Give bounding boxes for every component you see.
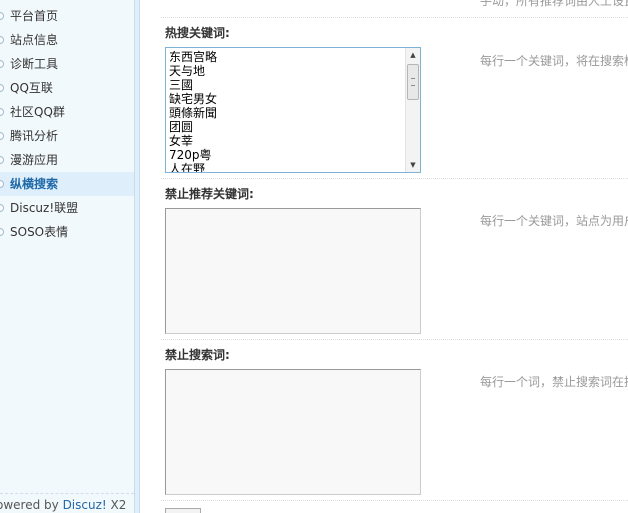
discuz-link[interactable]: Discuz! <box>63 498 107 512</box>
vertical-scrollbar[interactable]: ▲ ▼ <box>405 48 420 172</box>
bullet-icon <box>0 36 4 44</box>
bullet-icon <box>0 60 4 68</box>
powered-by-footer: owered by Discuz! X2 <box>0 493 134 512</box>
blocked-search-label: 禁止搜索词: <box>165 348 230 362</box>
sidebar: 平台首页 站点信息 诊断工具 QQ互联 社区QQ群 腾讯分析 漫游应用 纵横搜索… <box>0 0 134 513</box>
blocked-search-hint: 每行一个词，禁止搜索词在搜 <box>480 375 628 389</box>
bullet-icon <box>0 156 4 164</box>
keyword-line: 人在野 <box>169 162 206 173</box>
sidebar-splitter <box>134 0 140 513</box>
keyword-line: 720p粤 <box>169 148 212 162</box>
keyword-line: 团圆 <box>169 120 194 134</box>
row-divider <box>161 500 628 501</box>
powered-by-text: owered by <box>0 498 63 512</box>
sidebar-item-label: 诊断工具 <box>10 57 59 71</box>
sidebar-item-platform-home[interactable]: 平台首页 <box>0 4 134 28</box>
keyword-line: 頭條新聞 <box>169 106 218 120</box>
sidebar-menu: 平台首页 站点信息 诊断工具 QQ互联 社区QQ群 腾讯分析 漫游应用 纵横搜索… <box>0 4 134 244</box>
sidebar-item-tencent-analytics[interactable]: 腾讯分析 <box>0 124 134 148</box>
keyword-line: 缺宅男女 <box>169 92 218 106</box>
sidebar-item-site-info[interactable]: 站点信息 <box>0 28 134 52</box>
row-divider <box>161 17 628 18</box>
sidebar-item-discuz-union[interactable]: Discuz!联盟 <box>0 196 134 220</box>
submit-button[interactable] <box>165 508 201 513</box>
sidebar-item-roaming-apps[interactable]: 漫游应用 <box>0 148 134 172</box>
sidebar-item-label: 社区QQ群 <box>10 105 65 119</box>
recommend-mode-note: 手动，所有推荐词由人工设置 <box>480 0 628 8</box>
sidebar-item-label: 漫游应用 <box>10 153 59 167</box>
scroll-up-arrow-icon[interactable]: ▲ <box>406 48 420 62</box>
row-divider <box>161 339 628 340</box>
bullet-icon <box>0 108 4 116</box>
bullet-icon <box>0 132 4 140</box>
keyword-line: 女莘 <box>169 134 194 148</box>
bullet-icon <box>0 204 4 212</box>
bullet-icon <box>0 228 4 236</box>
hot-keywords-hint: 每行一个关键词，将在搜索框 <box>480 54 628 68</box>
sidebar-item-label: 纵横搜索 <box>10 177 59 191</box>
version-text: X2 <box>106 498 127 512</box>
scroll-down-arrow-icon[interactable]: ▼ <box>406 158 420 172</box>
hot-keywords-textarea[interactable]: 东西宫略 天与地 三國 缺宅男女 頭條新聞 团圆 女莘 720p粤 人在野 ▲ … <box>165 47 421 173</box>
bullet-icon <box>0 12 4 20</box>
blocked-recommend-hint: 每行一个关键词，站点为用户 <box>480 214 628 228</box>
sidebar-item-label: 站点信息 <box>10 33 59 47</box>
bullet-icon <box>0 84 4 92</box>
main-content: 手动，所有推荐词由人工设置 热搜关键词: 东西宫略 天与地 三國 缺宅男女 頭條… <box>141 0 628 513</box>
sidebar-item-label: 腾讯分析 <box>10 129 59 143</box>
sidebar-item-diagnostic-tools[interactable]: 诊断工具 <box>0 52 134 76</box>
blocked-recommend-label: 禁止推荐关键词: <box>165 187 254 201</box>
sidebar-item-label: 平台首页 <box>10 9 59 23</box>
hot-keywords-label: 热搜关键词: <box>165 26 230 40</box>
blocked-recommend-textarea[interactable] <box>165 208 421 334</box>
scroll-thumb[interactable] <box>407 64 419 100</box>
sidebar-item-label: SOSO表情 <box>10 225 69 239</box>
sidebar-item-qq-connect[interactable]: QQ互联 <box>0 76 134 100</box>
sidebar-item-vertical-search[interactable]: 纵横搜索 <box>0 172 134 196</box>
keyword-line: 天与地 <box>169 64 206 78</box>
sidebar-item-community-qq-group[interactable]: 社区QQ群 <box>0 100 134 124</box>
blocked-search-textarea[interactable] <box>165 369 421 495</box>
sidebar-item-soso-emoticons[interactable]: SOSO表情 <box>0 220 134 244</box>
keyword-line: 东西宫略 <box>169 50 218 64</box>
row-divider <box>161 178 628 179</box>
bullet-icon <box>0 180 4 188</box>
hot-keywords-list: 东西宫略 天与地 三國 缺宅男女 頭條新聞 团圆 女莘 720p粤 人在野 <box>166 48 420 173</box>
sidebar-item-label: QQ互联 <box>10 81 53 95</box>
sidebar-item-label: Discuz!联盟 <box>10 201 79 215</box>
keyword-line: 三國 <box>169 78 194 92</box>
